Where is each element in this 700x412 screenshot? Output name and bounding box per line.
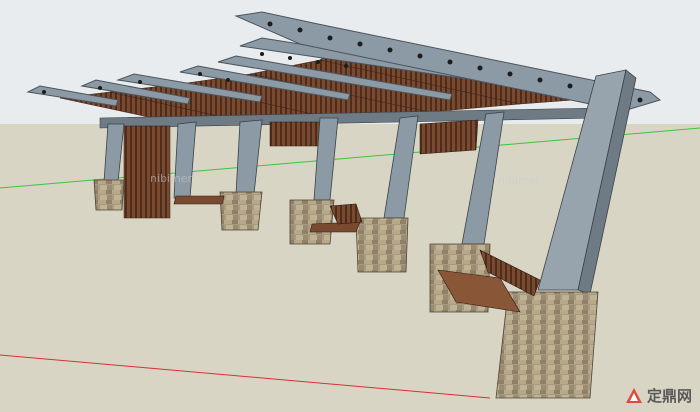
watermark-text: 定鼎网 [646, 387, 692, 405]
pergola-scene: nibimer nibimer [0, 0, 700, 412]
watermark-logo-icon [625, 387, 642, 403]
site-watermark: 定鼎网 [625, 385, 692, 406]
svg-text:nibimer: nibimer [150, 172, 193, 185]
svg-text:nibimer: nibimer [498, 174, 541, 187]
